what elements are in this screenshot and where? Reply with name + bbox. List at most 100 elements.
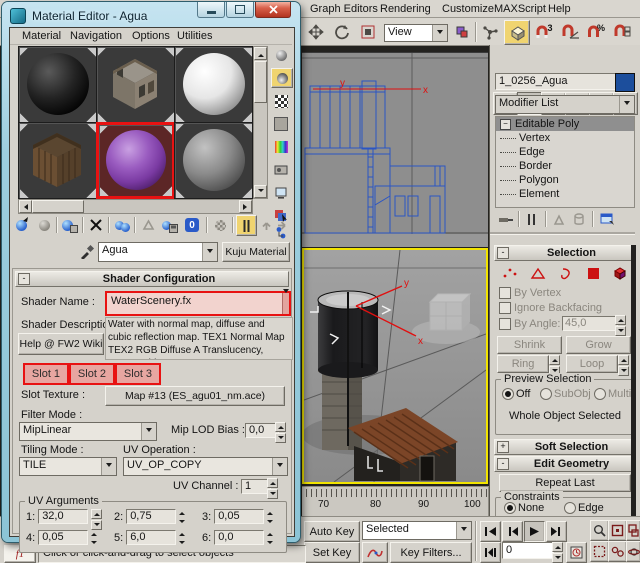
object-color-swatch[interactable] <box>615 73 635 92</box>
track-bar[interactable]: 70 80 90 100 <box>302 486 489 518</box>
slots-horizontal-scrollbar[interactable] <box>18 199 253 214</box>
loop-button[interactable]: Loop <box>566 355 618 373</box>
assign-material-to-selection-icon[interactable] <box>61 216 79 234</box>
uv-arg-field[interactable]: 0,05 <box>214 509 264 524</box>
rollout-soft-selection[interactable]: + Soft Selection <box>494 439 635 455</box>
viewport-front[interactable]: y x <box>302 52 488 247</box>
menu-maxscript[interactable]: MAXScript <box>490 2 550 16</box>
key-mode-toggle-button[interactable] <box>480 542 501 563</box>
sample-type-icon[interactable] <box>271 46 291 64</box>
frame-spinner[interactable] <box>552 542 563 559</box>
material-editor-window[interactable]: Material Editor - Agua Material Navigati… <box>2 2 300 542</box>
menu-utilities[interactable]: Utilities <box>173 29 216 43</box>
menu-navigation[interactable]: Navigation <box>66 29 126 43</box>
percent-snap-icon[interactable]: % <box>585 22 607 42</box>
chevron-down-icon[interactable] <box>456 522 471 539</box>
region-zoom-icon[interactable] <box>590 541 609 562</box>
make-preview-icon[interactable] <box>271 161 291 179</box>
mip-lod-bias-spinner[interactable] <box>275 422 286 439</box>
by-angle-field[interactable]: 45,0 <box>562 316 618 331</box>
stack-item-polygon[interactable]: Polygon <box>496 173 634 187</box>
material-slot-3[interactable] <box>174 46 253 123</box>
help-fw2-wiki-button[interactable]: Help @ FW2 Wiki <box>18 333 104 355</box>
get-material-icon[interactable] <box>13 216 31 234</box>
spinner-snap-icon[interactable] <box>611 22 633 42</box>
by-angle-spinner[interactable] <box>615 315 626 331</box>
menu-material[interactable]: Material <box>18 29 65 43</box>
material-name-dropdown[interactable]: Agua <box>98 242 218 262</box>
close-button[interactable] <box>255 2 291 18</box>
by-angle-checkbox[interactable] <box>499 318 511 330</box>
ring-spinner[interactable] <box>549 355 560 371</box>
stack-item-edge[interactable]: Edge <box>496 145 634 159</box>
minimize-button[interactable] <box>197 2 225 18</box>
loop-spinner[interactable] <box>618 355 629 371</box>
rollout-shader-configuration[interactable]: - Shader Configuration <box>15 271 289 287</box>
menu-rendering[interactable]: Rendering <box>376 2 435 16</box>
border-subobject-icon[interactable] <box>554 264 578 282</box>
pan-icon[interactable] <box>608 541 627 562</box>
menu-help[interactable]: Help <box>544 2 575 16</box>
material-type-button[interactable]: Kuju Material <box>222 242 290 262</box>
uv-arg-spinner[interactable] <box>267 530 278 545</box>
polygon-subobject-icon[interactable] <box>582 264 606 282</box>
preview-subobj-radio[interactable] <box>540 388 552 400</box>
goto-start-button[interactable] <box>480 521 501 542</box>
select-rotate-icon[interactable] <box>332 22 352 42</box>
repeat-last-button[interactable]: Repeat Last <box>499 474 631 492</box>
uv-arg-field[interactable]: 6,0 <box>126 530 176 545</box>
angle-snap-icon[interactable] <box>559 22 581 42</box>
put-to-library-icon[interactable] <box>161 216 179 234</box>
configure-modifier-sets-icon[interactable] <box>598 211 616 227</box>
shader-name-dropdown-highlighted[interactable]: WaterScenery.fx <box>105 291 291 316</box>
chevron-down-icon[interactable] <box>202 243 217 261</box>
collapse-box-icon[interactable]: − <box>500 119 511 130</box>
reset-map-icon[interactable] <box>87 216 105 234</box>
set-key-button[interactable]: Set Key <box>304 542 360 563</box>
chevron-down-icon[interactable] <box>282 293 289 314</box>
stack-item-border[interactable]: Border <box>496 159 634 173</box>
uv-arg-field[interactable]: 0,0 <box>214 530 264 545</box>
uv-arg-spinner[interactable] <box>179 509 190 524</box>
pin-stack-icon[interactable] <box>496 211 514 227</box>
zoom-extents-all-icon[interactable] <box>626 520 640 541</box>
slots-vertical-scrollbar[interactable] <box>253 46 268 199</box>
vertex-subobject-icon[interactable] <box>498 264 522 282</box>
material-slot-5-selected[interactable] <box>96 122 175 199</box>
by-vertex-checkbox[interactable] <box>499 287 511 299</box>
uv-arg-spinner[interactable] <box>267 509 278 524</box>
preview-multi-radio[interactable] <box>594 388 606 400</box>
chevron-down-icon[interactable] <box>101 458 116 475</box>
chevron-down-icon[interactable] <box>272 458 287 475</box>
uv-arg-spinner[interactable] <box>91 509 102 524</box>
zoom-extents-icon[interactable] <box>608 520 627 541</box>
maximize-button[interactable] <box>226 2 254 18</box>
stack-item-vertex[interactable]: Vertex <box>496 131 634 145</box>
chevron-down-icon[interactable] <box>619 96 634 113</box>
shrink-button[interactable]: Shrink <box>497 336 562 354</box>
element-subobject-icon[interactable] <box>608 264 632 282</box>
key-filters-button[interactable]: Key Filters... <box>390 542 472 563</box>
uv-arg-spinner[interactable] <box>179 530 190 545</box>
ring-button[interactable]: Ring <box>497 355 549 373</box>
uv-arg-field[interactable]: 32,0 <box>38 509 88 524</box>
auto-key-button[interactable]: Auto Key <box>304 521 360 542</box>
show-end-result-icon[interactable] <box>236 215 257 236</box>
backlight-icon[interactable] <box>271 68 293 88</box>
material-slot-4[interactable] <box>18 122 97 199</box>
expand-icon[interactable]: + <box>497 441 509 453</box>
tiling-mode-dropdown[interactable]: TILE <box>19 457 117 476</box>
selection-set-dropdown[interactable]: Selected <box>362 521 472 540</box>
ignore-backfacing-checkbox[interactable] <box>499 302 511 314</box>
select-scale-icon[interactable] <box>358 22 378 42</box>
stack-item-element[interactable]: Element <box>496 187 634 201</box>
chevron-down-icon[interactable] <box>432 25 447 41</box>
options-icon[interactable] <box>271 184 291 202</box>
rollout-edit-geometry[interactable]: - Edit Geometry <box>494 456 635 472</box>
use-pivot-center-icon[interactable] <box>452 22 472 42</box>
modifier-list-dropdown[interactable]: Modifier List <box>495 95 635 114</box>
material-id-channel-icon[interactable]: 0 <box>183 216 201 234</box>
menu-customize[interactable]: Customize <box>438 2 498 16</box>
slot-texture-button[interactable]: Map #13 (ES_agu01_nm.ace) <box>105 386 285 406</box>
edge-subobject-icon[interactable] <box>526 264 550 282</box>
